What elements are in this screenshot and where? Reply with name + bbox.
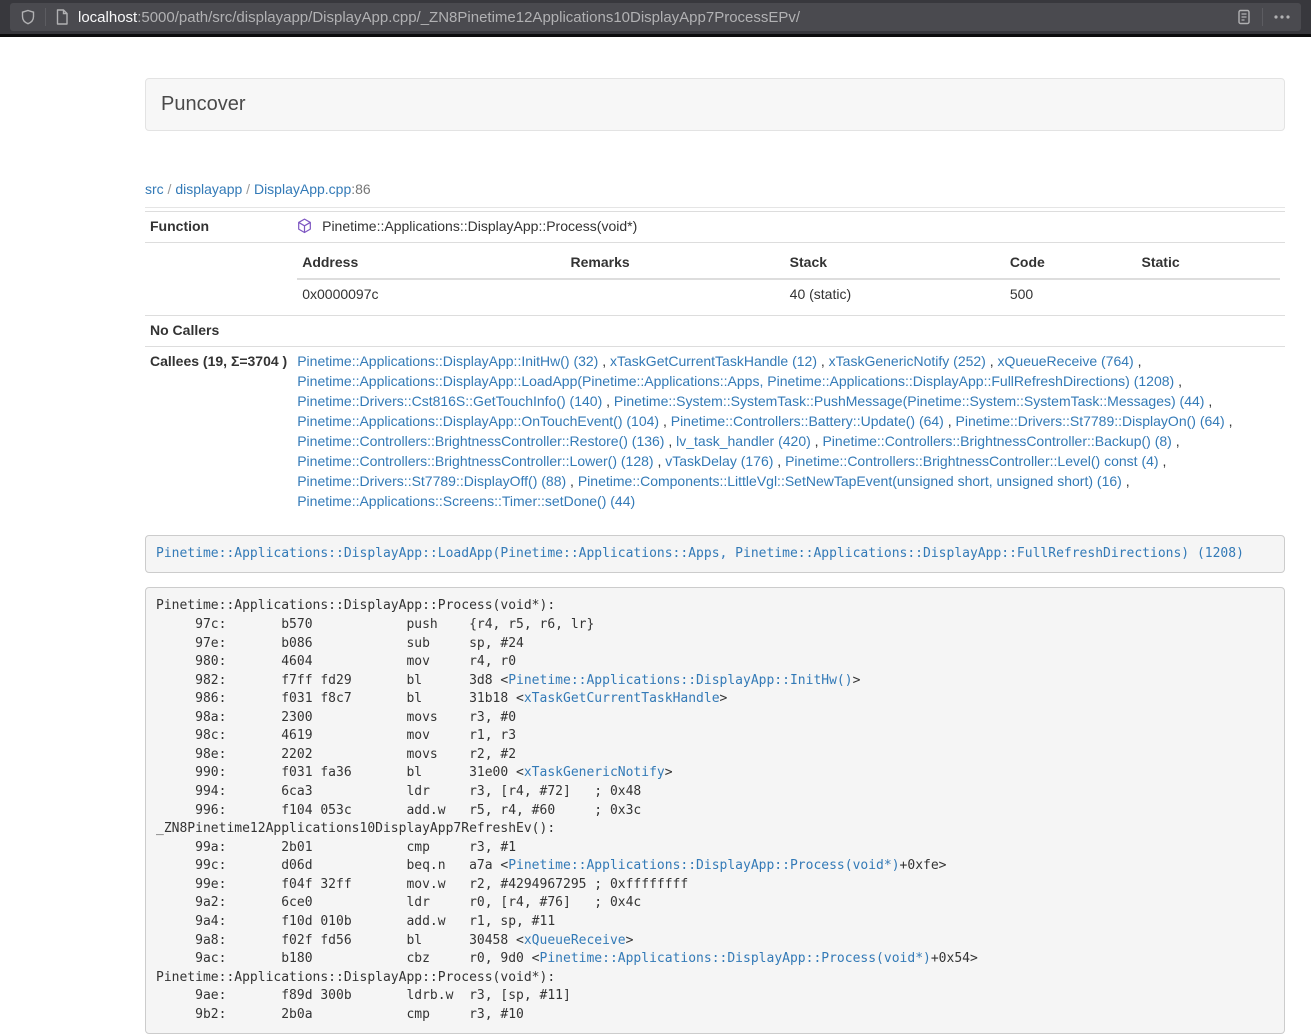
- breadcrumb-separator: /: [164, 181, 176, 197]
- callee-link[interactable]: xQueueReceive (764): [998, 353, 1134, 369]
- stack-value: 40 (static): [785, 279, 1005, 310]
- highlighted-symbol-link[interactable]: Pinetime::Applications::DisplayApp::Load…: [156, 546, 1244, 561]
- col-header-static: Static: [1137, 248, 1281, 279]
- reader-mode-icon[interactable]: [1236, 9, 1252, 25]
- app-header-panel: Puncover: [145, 78, 1285, 131]
- browser-toolbar: localhost:5000/path/src/displayapp/Displ…: [0, 0, 1311, 37]
- cube-icon: [297, 218, 322, 234]
- no-callers-label: No Callers: [145, 315, 292, 346]
- symbol-link[interactable]: Pinetime::Applications::DisplayApp::Proc…: [540, 951, 931, 966]
- callers-cell: [292, 315, 1285, 346]
- stats-table: Address Remarks Stack Code Static 0x0000…: [297, 248, 1280, 310]
- callee-link[interactable]: vTaskDelay (176): [665, 453, 773, 469]
- callee-link[interactable]: Pinetime::Applications::DisplayApp::Load…: [297, 373, 1174, 389]
- url-host: localhost: [78, 9, 137, 26]
- function-name-cell: Pinetime::Applications::DisplayApp::Proc…: [292, 212, 1285, 243]
- callee-link[interactable]: Pinetime::Applications::Screens::Timer::…: [297, 493, 635, 509]
- callee-link[interactable]: Pinetime::Applications::DisplayApp::OnTo…: [297, 413, 659, 429]
- breadcrumb-link[interactable]: src: [145, 181, 164, 197]
- symbol-link[interactable]: xTaskGenericNotify: [524, 765, 665, 780]
- page-title: Puncover: [161, 93, 1269, 116]
- callee-link[interactable]: Pinetime::Drivers::St7789::DisplayOff() …: [297, 473, 566, 489]
- table-row: Function Pinetime::Applications::Display…: [145, 212, 1285, 243]
- overflow-menu-icon[interactable]: [1273, 9, 1291, 25]
- callee-link[interactable]: Pinetime::Controllers::BrightnessControl…: [297, 453, 653, 469]
- callee-link[interactable]: Pinetime::Controllers::Battery::Update()…: [671, 413, 944, 429]
- callee-link[interactable]: xTaskGenericNotify (252): [829, 353, 986, 369]
- urlbar-divider: [45, 8, 46, 26]
- callee-link[interactable]: Pinetime::Controllers::BrightnessControl…: [822, 433, 1171, 449]
- remarks-value: [566, 279, 785, 310]
- function-row-label: Function: [145, 212, 292, 243]
- callee-link[interactable]: xTaskGetCurrentTaskHandle (12): [610, 353, 817, 369]
- table-row: No Callers: [145, 315, 1285, 346]
- stats-cell: Address Remarks Stack Code Static 0x0000…: [292, 242, 1285, 315]
- function-name: Pinetime::Applications::DisplayApp::Proc…: [322, 218, 637, 234]
- callee-link[interactable]: Pinetime::Drivers::Cst816S::GetTouchInfo…: [297, 393, 602, 409]
- callee-link[interactable]: lv_task_handler (420): [676, 433, 811, 449]
- assembly-listing: Pinetime::Applications::DisplayApp::Proc…: [145, 587, 1285, 1034]
- address-value: 0x0000097c: [297, 279, 565, 310]
- breadcrumb-separator: /: [242, 181, 254, 197]
- col-header-address: Address: [297, 248, 565, 279]
- table-row: 0x0000097c 40 (static) 500: [297, 279, 1280, 310]
- breadcrumb-link[interactable]: displayapp: [175, 181, 242, 197]
- callee-link[interactable]: Pinetime::Drivers::St7789::DisplayOn() (…: [956, 413, 1225, 429]
- url-text[interactable]: localhost:5000/path/src/displayapp/Displ…: [78, 9, 1227, 26]
- symbol-link[interactable]: xTaskGetCurrentTaskHandle: [524, 691, 720, 706]
- url-bar[interactable]: localhost:5000/path/src/displayapp/Displ…: [10, 3, 1301, 31]
- col-header-code: Code: [1005, 248, 1137, 279]
- callee-link[interactable]: Pinetime::Components::LittleVgl::SetNewT…: [578, 473, 1122, 489]
- symbol-table: Function Pinetime::Applications::Display…: [145, 211, 1285, 517]
- static-value: [1137, 279, 1281, 310]
- page-icon[interactable]: [55, 9, 69, 25]
- code-value: 500: [1005, 279, 1137, 310]
- empty-row-label: [145, 242, 292, 315]
- col-header-remarks: Remarks: [566, 248, 785, 279]
- breadcrumb-link[interactable]: DisplayApp.cpp: [254, 181, 351, 197]
- symbol-link[interactable]: Pinetime::Applications::DisplayApp::Proc…: [508, 858, 899, 873]
- symbol-link[interactable]: Pinetime::Applications::DisplayApp::Init…: [508, 673, 852, 688]
- urlbar-divider: [1262, 8, 1263, 26]
- url-path: :5000/path/src/displayapp/DisplayApp.cpp…: [137, 9, 800, 26]
- highlighted-symbol-box: Pinetime::Applications::DisplayApp::Load…: [145, 535, 1285, 574]
- breadcrumb: src / displayapp / DisplayApp.cpp:86: [145, 181, 1285, 197]
- callee-link[interactable]: Pinetime::System::SystemTask::PushMessag…: [614, 393, 1205, 409]
- callee-link[interactable]: Pinetime::Applications::DisplayApp::Init…: [297, 353, 598, 369]
- callees-list: Pinetime::Applications::DisplayApp::Init…: [292, 346, 1285, 516]
- divider: [145, 207, 1285, 208]
- breadcrumb-line-number: :86: [351, 181, 370, 197]
- table-row: Address Remarks Stack Code Static 0x0000…: [145, 242, 1285, 315]
- table-row: Callees (19, Σ=3704 ) Pinetime::Applicat…: [145, 346, 1285, 516]
- callee-link[interactable]: Pinetime::Controllers::BrightnessControl…: [785, 453, 1158, 469]
- callee-link[interactable]: Pinetime::Controllers::BrightnessControl…: [297, 433, 664, 449]
- col-header-stack: Stack: [785, 248, 1005, 279]
- shield-icon[interactable]: [20, 9, 36, 25]
- symbol-link[interactable]: xQueueReceive: [524, 933, 626, 948]
- page-container: Puncover src / displayapp / DisplayApp.c…: [145, 78, 1285, 1034]
- callees-label: Callees (19, Σ=3704 ): [145, 346, 292, 516]
